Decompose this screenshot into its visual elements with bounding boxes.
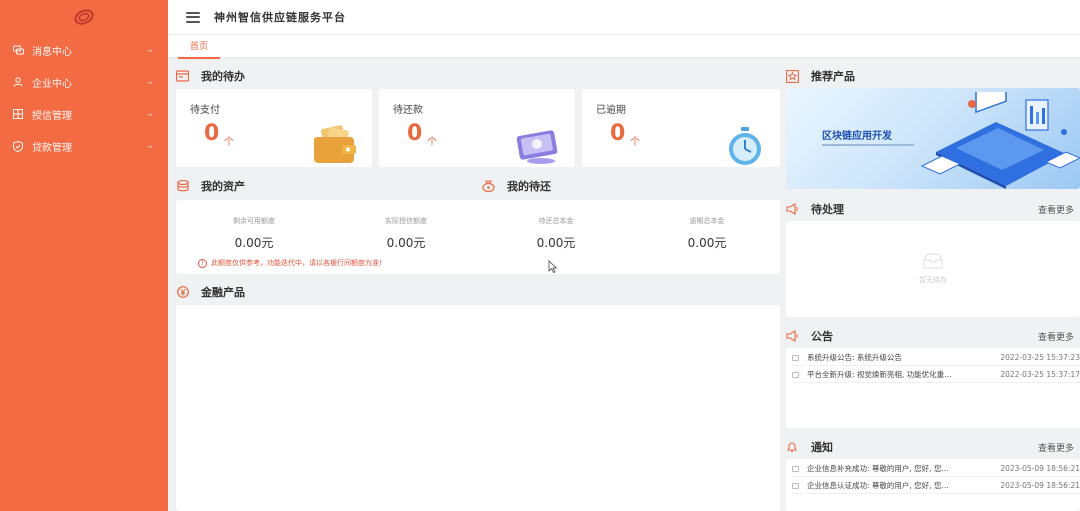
finance-section-title: 金融产品: [176, 284, 245, 300]
chevron-down-icon: ⌄: [146, 141, 154, 151]
list-item[interactable]: 企业信息补充成功: 尊敬的用户, 您好, 您... 2023-05-09 18:…: [792, 461, 1080, 477]
sidebar-item-loans[interactable]: 贷款管理 ⌄: [0, 130, 168, 162]
info-icon: !: [198, 258, 207, 268]
asset-available: 剩余可用额度 0.00元: [178, 200, 330, 251]
doc-icon: [792, 465, 799, 472]
todo-label: 待还款: [393, 105, 423, 116]
asset-label: 剩余可用额度: [233, 217, 275, 225]
asset-principal-due: 待还总本金 0.00元: [480, 200, 632, 251]
todo-icon: [176, 70, 189, 83]
doc-icon: [792, 354, 799, 361]
todo-unit: 个: [427, 137, 437, 148]
list-item[interactable]: 系统升级公告: 系统升级公告 2022-03-25 15:37:23: [792, 350, 1080, 366]
message-icon: [12, 44, 24, 56]
todo-card-repay[interactable]: 待还款 0 个: [379, 89, 575, 167]
tab-home[interactable]: 首页: [178, 39, 221, 59]
logo[interactable]: [0, 0, 168, 34]
star-box-icon: [786, 69, 799, 83]
doc-icon: [792, 371, 799, 378]
announcements-section-title: 公告 查看更多: [786, 328, 1080, 344]
pending-section-title: 待处理 查看更多: [786, 201, 1080, 217]
announcements-panel: 系统升级公告: 系统升级公告 2022-03-25 15:37:23 平台全新升…: [786, 348, 1080, 428]
yen-circle-icon: [176, 286, 189, 299]
todo-value: 0: [204, 121, 220, 146]
stopwatch-icon: [729, 127, 761, 165]
tab-bar: 首页: [168, 34, 1080, 59]
sidebar: 消息中心 ⌄ 企业中心 ⌄ 授信管理 ⌄ 贷款管理 ⌄: [0, 0, 168, 511]
asset-credit: 实际授信额度 0.00元: [330, 200, 482, 251]
recommend-banner[interactable]: 区块链应用开发: [786, 88, 1080, 189]
sidebar-item-label: 授信管理: [32, 110, 72, 122]
mouse-cursor-icon: [548, 260, 558, 273]
money-bag-icon: [482, 180, 495, 193]
isometric-illustration-icon: [920, 92, 1080, 189]
assets-card: 剩余可用额度 0.00元 实际授信额度 0.00元 待还总本金 0.00元 逾期…: [176, 200, 780, 274]
pending-panel: 暂无待办: [786, 221, 1080, 317]
monitor-icon: [516, 130, 558, 164]
shield-icon: [12, 140, 24, 152]
app-title: 神州智信供应链服务平台: [214, 11, 346, 24]
logo-icon: [74, 9, 94, 25]
sidebar-item-label: 企业中心: [32, 78, 72, 90]
menu-toggle-icon[interactable]: [186, 11, 200, 23]
announcements-more-link[interactable]: 查看更多: [1038, 330, 1074, 343]
empty-text: 暂无待办: [919, 276, 947, 284]
assets-section-title: 我的资产: [176, 178, 245, 194]
list-item[interactable]: 企业信息认证成功: 尊敬的用户, 您好, 您... 2023-05-09 18:…: [792, 478, 1080, 494]
sidebar-item-label: 贷款管理: [32, 142, 72, 154]
repay-section-title: 我的待还: [482, 178, 551, 194]
wallet-icon: [314, 125, 356, 163]
todo-label: 待支付: [190, 105, 220, 116]
top-header: 神州智信供应链服务平台: [168, 0, 1080, 34]
finance-products-panel: [176, 305, 780, 511]
banner-title: 区块链应用开发: [822, 131, 892, 142]
bell-icon: [786, 441, 799, 454]
doc-icon: [792, 482, 799, 489]
todo-card-pay[interactable]: 待支付 0 个: [176, 89, 372, 167]
chevron-down-icon: ⌄: [146, 109, 154, 119]
main-content: 我的待办 待支付 0 个 待还款 0 个 已逾期 0 个 我的资产 我的待还 剩…: [168, 58, 1080, 511]
sidebar-item-label: 消息中心: [32, 46, 72, 58]
todo-label: 已逾期: [596, 105, 626, 116]
asset-value: 0.00元: [386, 236, 426, 250]
megaphone-icon: [786, 202, 799, 216]
sidebar-item-credit[interactable]: 授信管理 ⌄: [0, 98, 168, 130]
user-icon: [12, 76, 24, 88]
megaphone-icon: [786, 329, 799, 343]
asset-label: 逾期总本金: [689, 217, 725, 225]
grid-icon: [12, 108, 24, 120]
todo-unit: 个: [224, 137, 234, 148]
asset-value: 0.00元: [536, 236, 576, 250]
sidebar-item-enterprise[interactable]: 企业中心 ⌄: [0, 66, 168, 98]
asset-label: 实际授信额度: [385, 217, 427, 225]
asset-overdue-principal: 逾期总本金 0.00元: [631, 200, 783, 251]
notifications-section-title: 通知 查看更多: [786, 439, 1080, 455]
todo-section-title: 我的待办: [176, 68, 245, 84]
chevron-down-icon: ⌄: [146, 45, 154, 55]
list-item[interactable]: 平台全新升级: 视觉焕新亮相, 功能优化重... 2022-03-25 15:3…: [792, 367, 1080, 383]
banner-subtitle-line: [822, 144, 914, 146]
asset-label: 待还总本金: [538, 217, 574, 225]
todo-value: 0: [407, 121, 423, 146]
asset-value: 0.00元: [234, 236, 274, 250]
recommend-section-title: 推荐产品: [786, 68, 1080, 84]
todo-unit: 个: [630, 137, 640, 148]
database-icon: [176, 180, 189, 193]
chevron-down-icon: ⌄: [146, 77, 154, 87]
notifications-more-link[interactable]: 查看更多: [1038, 441, 1074, 454]
sidebar-item-messages[interactable]: 消息中心 ⌄: [0, 34, 168, 66]
todo-card-overdue[interactable]: 已逾期 0 个: [582, 89, 780, 167]
pending-more-link[interactable]: 查看更多: [1038, 203, 1074, 216]
asset-value: 0.00元: [687, 236, 727, 250]
todo-value: 0: [610, 121, 626, 146]
empty-inbox-icon: [923, 253, 943, 269]
notifications-panel: 企业信息补充成功: 尊敬的用户, 您好, 您... 2023-05-09 18:…: [786, 459, 1080, 511]
credit-notice: ! 此额度仅供参考，功能迭代中，请以各银行间额度为准!: [198, 258, 382, 268]
